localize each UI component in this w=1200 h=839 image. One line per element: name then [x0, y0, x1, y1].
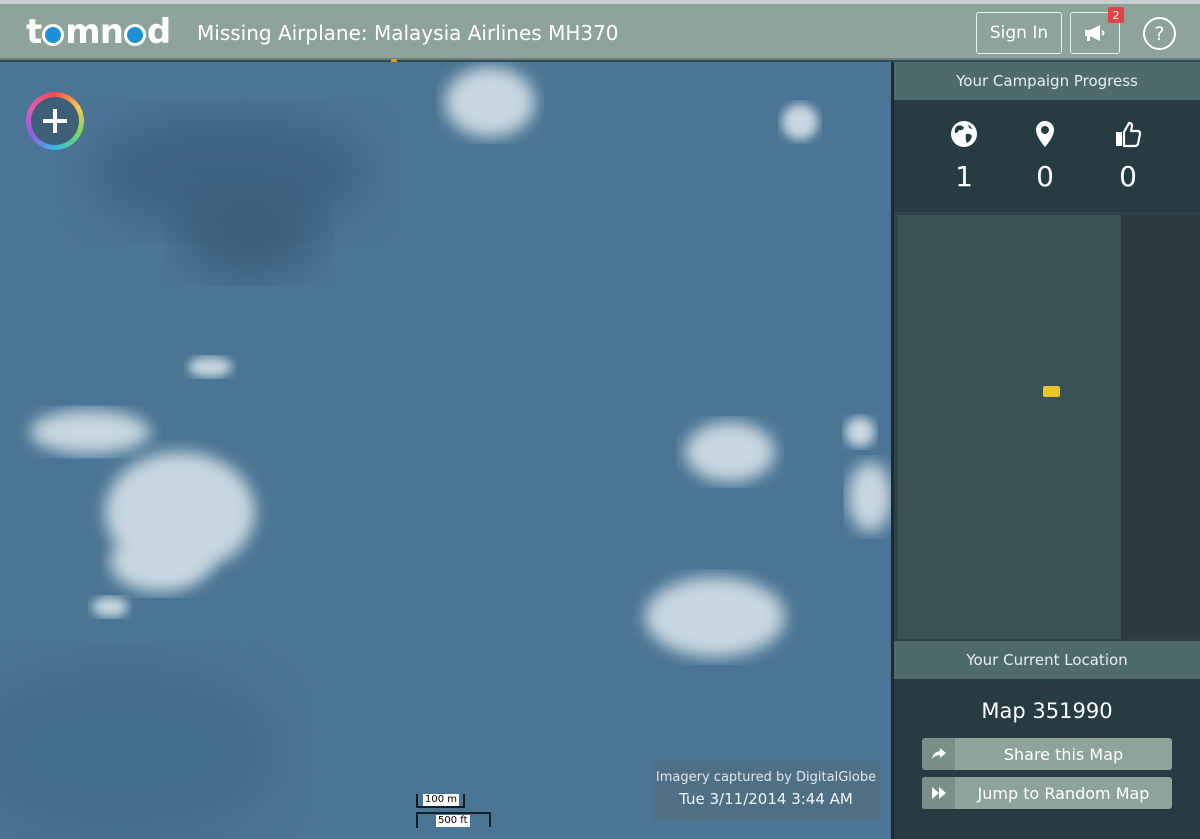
- add-zoom-button[interactable]: [26, 92, 84, 150]
- map-id-label: Map 351990: [981, 699, 1113, 723]
- share-map-label: Share this Map: [1003, 744, 1124, 764]
- current-location-panel: Map 351990 Share this Map Jump to Random…: [894, 679, 1200, 839]
- campaign-title: Missing Airplane: Malaysia Airlines MH37…: [197, 21, 619, 45]
- imagery-attribution: Imagery captured by DigitalGlobe Tue 3/1…: [653, 761, 879, 821]
- attribution-provider: Imagery captured by DigitalGlobe: [655, 770, 877, 785]
- thumbs-up-icon: [1116, 121, 1142, 148]
- current-map-marker: [1043, 386, 1060, 397]
- campaign-stats: 1 0 0: [894, 100, 1200, 212]
- jump-random-map-button[interactable]: Jump to Random Map: [922, 777, 1172, 809]
- satellite-map[interactable]: 100 m 500 ft Imagery captured by Digital…: [0, 62, 891, 839]
- minimap[interactable]: [898, 215, 1121, 639]
- attribution-date: Tue 3/11/2014 3:44 AM: [679, 790, 853, 808]
- scale-imperial-label: 500 ft: [436, 815, 470, 827]
- share-map-button[interactable]: Share this Map: [922, 738, 1172, 770]
- stat-agreements: 0: [1098, 120, 1158, 193]
- current-location-header: Your Current Location: [894, 641, 1200, 679]
- sidebar: Your Campaign Progress 1 0 0 Your Curren…: [894, 62, 1200, 839]
- globe-icon: [951, 121, 977, 147]
- plus-icon: [43, 109, 67, 133]
- share-arrow-icon: [922, 738, 955, 770]
- campaign-progress-header: Your Campaign Progress: [894, 62, 1200, 100]
- notification-badge: 2: [1108, 7, 1124, 23]
- maps-count: 1: [955, 160, 973, 193]
- map-scale-bar: 100 m 500 ft: [416, 793, 496, 833]
- sign-in-button[interactable]: Sign In: [976, 12, 1062, 54]
- fast-forward-icon: [922, 777, 955, 809]
- tags-count: 0: [1036, 160, 1054, 193]
- map-pin-icon: [1036, 121, 1054, 147]
- top-bar: t mn d Missing Airplane: Malaysia Airlines…: [0, 4, 1200, 63]
- jump-random-map-label: Jump to Random Map: [977, 783, 1150, 803]
- minimap-edge: [1121, 215, 1200, 639]
- help-button[interactable]: ?: [1143, 17, 1176, 50]
- scale-metric-label: 100 m: [423, 794, 460, 806]
- ocean-imagery: [0, 62, 891, 839]
- agreements-count: 0: [1119, 160, 1137, 193]
- tomnod-logo[interactable]: t mn d: [26, 12, 171, 52]
- stat-maps-viewed: 1: [934, 120, 994, 193]
- megaphone-icon: [1085, 25, 1105, 41]
- stat-tags-placed: 0: [1015, 120, 1075, 193]
